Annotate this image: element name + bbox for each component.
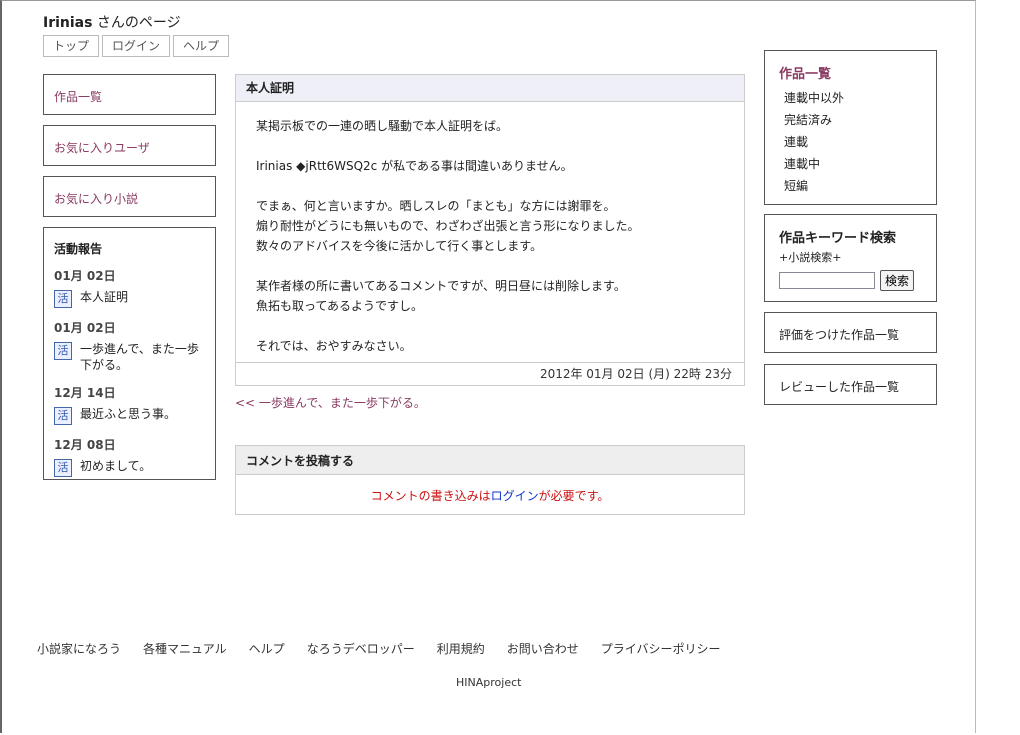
main-content: 本人証明 某掲示板での一連の晒し騒動で本人証明をば。 Irinias ◆jRtt…: [235, 74, 745, 515]
comment-msg-pre: コメントの書き込みは: [370, 489, 491, 503]
comment-msg-post: が必要です。: [538, 489, 610, 503]
footer-link-manual[interactable]: 各種マニュアル: [143, 640, 227, 657]
footer-links: 小説家になろう 各種マニュアル ヘルプ なろうデベロッパー 利用規約 お問い合わ…: [37, 640, 721, 657]
report-date: 12月 14日: [54, 386, 116, 400]
report-date: 01月 02日: [54, 269, 116, 283]
rated-works-link[interactable]: 評価をつけた作品一覧: [779, 328, 899, 342]
report-date: 01月 02日: [54, 321, 116, 335]
prev-post-link[interactable]: << 一歩進んで、また一歩下がる。: [235, 394, 745, 411]
works-filter-ongoing[interactable]: 連載中: [779, 153, 922, 175]
report-item[interactable]: 活 初めまして。: [54, 458, 205, 477]
top-nav: トップ ログイン ヘルプ: [43, 35, 230, 57]
comment-title: コメントを投稿する: [236, 446, 744, 475]
left-box-fav-novels: お気に入り小説: [43, 176, 216, 217]
report-item-text[interactable]: 最近ふと思う事。: [80, 406, 176, 422]
fav-users-link[interactable]: お気に入りユーザ: [54, 141, 150, 155]
report-item[interactable]: 活 一歩進んで、また一歩下がる。: [54, 341, 205, 373]
works-filter-serial[interactable]: 連載: [779, 131, 922, 153]
post-line: それでは、おやすみなさい。: [256, 339, 412, 353]
comment-message: コメントの書き込みはログインが必要です。: [236, 475, 744, 504]
nav-top-button[interactable]: トップ: [43, 35, 100, 57]
post-line: 某作者様の所に書いてあるコメントですが、明日昼には削除します。: [256, 279, 626, 293]
fav-novels-link[interactable]: お気に入り小説: [54, 192, 138, 206]
page-title-suffix: さんのページ: [92, 15, 181, 31]
report-item[interactable]: 活 本人証明: [54, 289, 205, 308]
post-line: 煽り耐性がどうにも無いもので、わざわざ出張と言う形になりました。: [256, 219, 640, 233]
footer-link-narou[interactable]: 小説家になろう: [37, 640, 121, 657]
post-timestamp: 2012年 01月 02日 (月) 22時 23分: [236, 362, 744, 385]
footer-link-contact[interactable]: お問い合わせ: [507, 640, 579, 657]
activity-report-title: 活動報告: [54, 242, 103, 256]
keyword-search-box: 作品キーワード検索 +小説検索+ 検索: [764, 214, 937, 302]
works-list-link[interactable]: 作品一覧: [54, 90, 102, 104]
copyright: HINAproject: [456, 676, 522, 689]
report-item-text[interactable]: 本人証明: [80, 289, 128, 305]
reviewed-works-box: レビューした作品一覧: [764, 364, 937, 405]
footer-link-help[interactable]: ヘルプ: [249, 640, 285, 657]
page-title-username: Irinias: [43, 15, 93, 31]
works-filter-short[interactable]: 短編: [779, 175, 922, 197]
activity-report-box: 活動報告 01月 02日 活 本人証明 01月 02日 活 一歩進んで、また一歩…: [43, 227, 216, 480]
page-title: Irinias さんのページ: [43, 12, 181, 32]
left-box-works: 作品一覧: [43, 74, 216, 115]
comment-login-link[interactable]: ログイン: [491, 489, 539, 503]
post-line: Irinias ◆jRtt6WSQ2c が私である事は間違いありません。: [256, 159, 573, 173]
keyword-search-sub: +小説検索+: [779, 251, 842, 264]
rated-works-box: 評価をつけた作品一覧: [764, 312, 937, 353]
works-menu-box: 作品一覧 連載中以外 完結済み 連載 連載中 短編: [764, 50, 937, 205]
post-line: でまぁ、何と言いますか。晒しスレの「まとも」な方には謝罪を。: [256, 199, 616, 213]
works-menu-title: 作品一覧: [779, 67, 832, 82]
works-filter-completed[interactable]: 完結済み: [779, 109, 922, 131]
report-item[interactable]: 活 最近ふと思う事。: [54, 406, 205, 425]
reviewed-works-link[interactable]: レビューした作品一覧: [779, 380, 899, 394]
footer-link-privacy[interactable]: プライバシーポリシー: [601, 640, 721, 657]
nav-help-button[interactable]: ヘルプ: [173, 35, 230, 57]
keyword-search-title: 作品キーワード検索: [779, 231, 897, 246]
report-date: 12月 08日: [54, 438, 116, 452]
nav-login-button[interactable]: ログイン: [102, 35, 171, 57]
post-line: 数々のアドバイスを今後に活かして行く事とします。: [256, 239, 543, 253]
comment-box: コメントを投稿する コメントの書き込みはログインが必要です。: [235, 445, 745, 515]
search-button[interactable]: 検索: [880, 270, 915, 291]
report-item-text[interactable]: 初めまして。: [80, 458, 151, 474]
activity-icon: 活: [54, 290, 72, 308]
works-filter-not-serial[interactable]: 連載中以外: [779, 87, 922, 109]
activity-icon: 活: [54, 342, 72, 360]
footer-link-developer[interactable]: なろうデベロッパー: [307, 640, 415, 657]
post-line: 魚拓も取ってあるようですし。: [256, 299, 424, 313]
footer-link-terms[interactable]: 利用規約: [437, 640, 485, 657]
left-box-fav-users: お気に入りユーザ: [43, 125, 216, 166]
report-item-text[interactable]: 一歩進んで、また一歩下がる。: [80, 341, 205, 373]
post-line: 某掲示板での一連の晒し騒動で本人証明をば。: [256, 119, 509, 133]
post-title: 本人証明: [236, 75, 744, 102]
blog-post: 本人証明 某掲示板での一連の晒し騒動で本人証明をば。 Irinias ◆jRtt…: [235, 74, 745, 386]
post-body: 某掲示板での一連の晒し騒動で本人証明をば。 Irinias ◆jRtt6WSQ2…: [236, 102, 744, 356]
activity-icon: 活: [54, 407, 72, 425]
keyword-search-input[interactable]: [779, 272, 875, 289]
activity-icon: 活: [54, 459, 72, 477]
